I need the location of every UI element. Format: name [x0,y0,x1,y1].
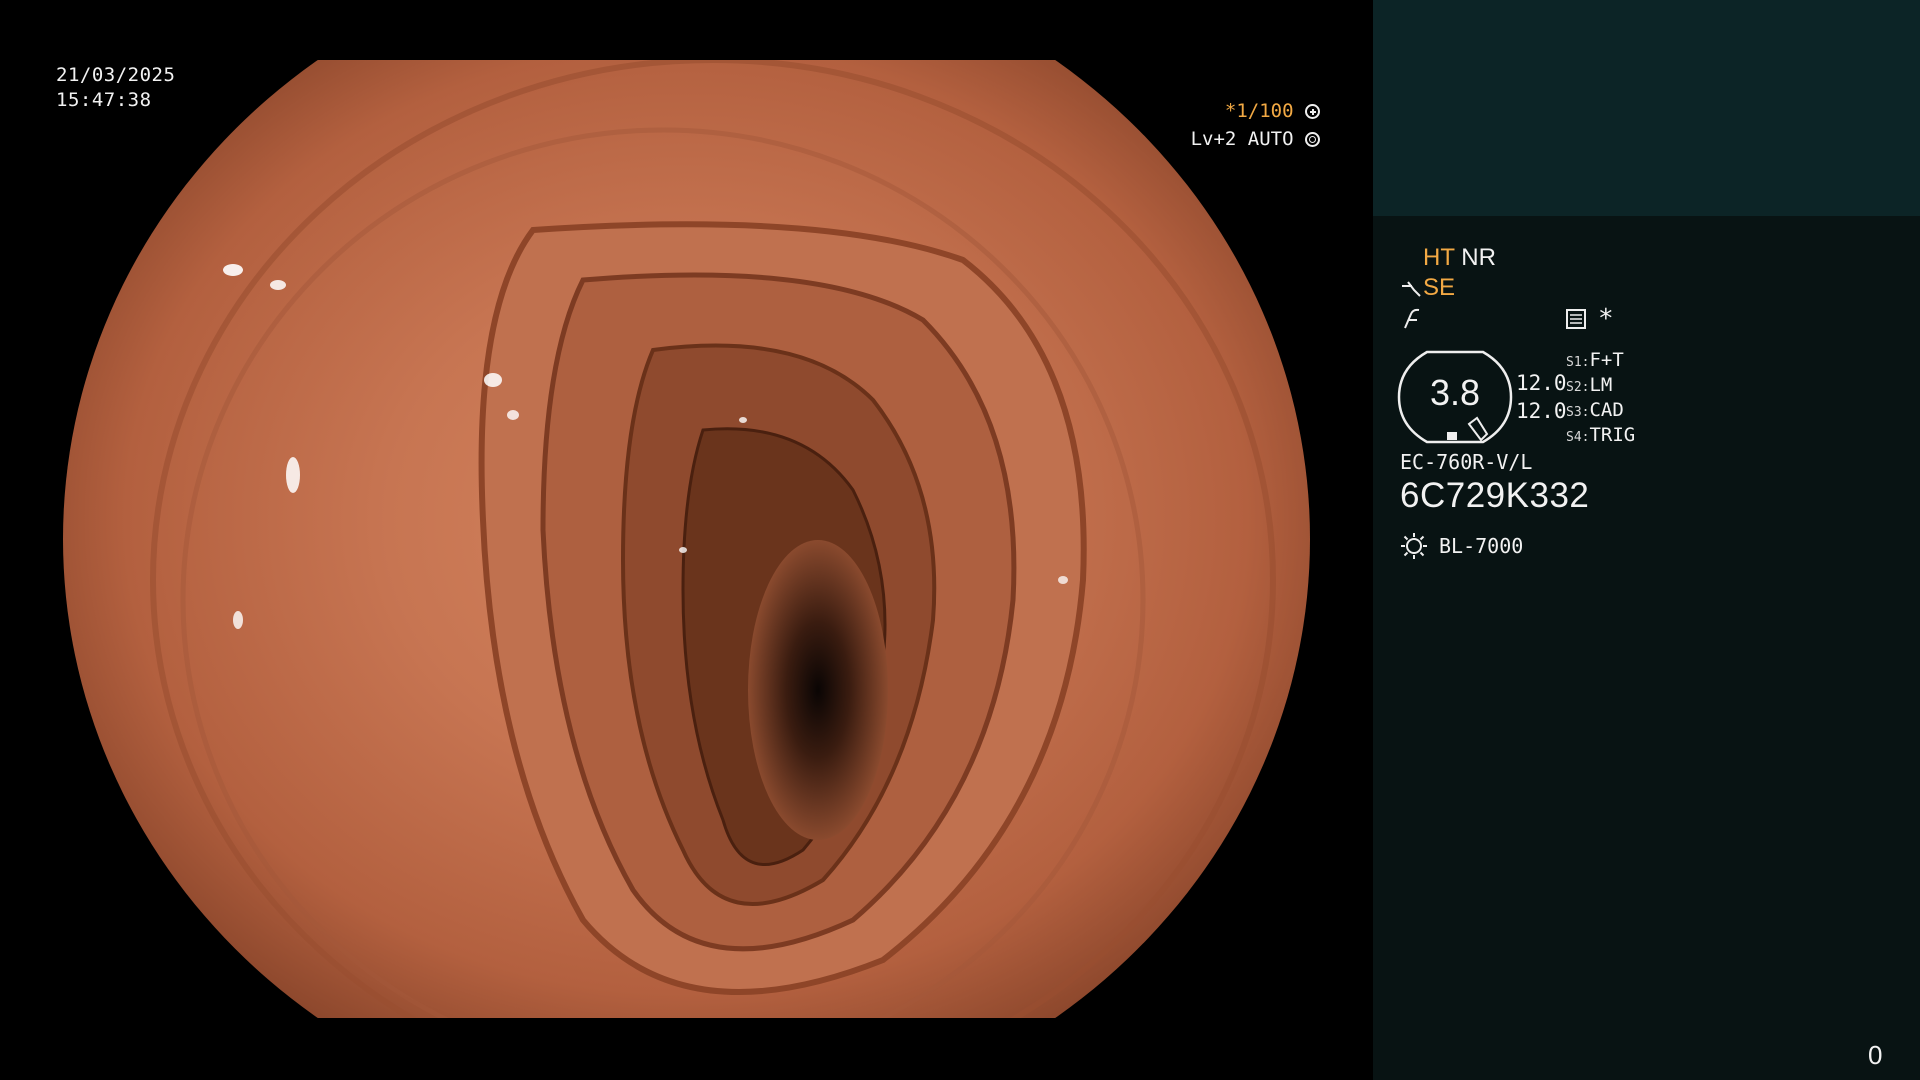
aperture-icon [1305,104,1320,119]
shutter-speed-label: *1/100 [1224,100,1294,122]
level-readout: Lv+2 AUTO [1160,128,1320,150]
mode-ht-label: HT [1423,244,1455,271]
intestine-lumen-illustration [150,60,1276,1018]
mode-se-label: SE [1423,274,1456,301]
light-level-label: Lv+2 AUTO [1190,128,1294,150]
iris-icon [1305,132,1320,147]
enhance-icon [1400,278,1422,300]
switch-value: LM [1589,374,1613,396]
switch-key: S4: [1566,430,1590,445]
switch-value: TRIG [1589,424,1636,446]
mode-nr-label: NR [1461,244,1496,271]
panel-header-area [1373,0,1920,216]
switch-key: S1: [1566,355,1590,370]
zoom-gauge: 3.8 [1397,350,1513,444]
light-source-icon [1400,532,1428,560]
asterisk-indicator: * [1598,304,1614,334]
freeze-icon [1401,306,1423,330]
scope-serial-label: 6C729K332 [1400,476,1590,515]
switch-value: F+T [1589,349,1624,371]
shutter-readout: *1/100 [1200,100,1320,122]
switch-value: CAD [1589,399,1624,421]
switch-row-3: S3:CAD [1566,399,1624,421]
record-list-icon [1565,308,1587,330]
mode-row-ht-nr: HT NR [1423,244,1496,272]
status-panel: HT NR SE * 3.8 12.0 12.0 S1:F+T S2:LM S3… [1373,0,1920,1080]
endoscope-image [63,60,1310,1018]
date-label: 21/03/2025 [56,64,176,86]
value-top: 12.0 [1516,371,1567,395]
switch-row-2: S2:LM [1566,374,1612,396]
zoom-value: 3.8 [1429,372,1481,413]
counter-label: 0 [1868,1040,1883,1070]
switch-key: S3: [1566,405,1590,420]
value-bottom: 12.0 [1516,399,1567,423]
scope-model-label: EC-760R-V/L [1400,450,1533,474]
switch-row-1: S1:F+T [1566,349,1624,371]
switch-row-4: S4:TRIG [1566,424,1635,446]
switch-key: S2: [1566,380,1590,395]
light-source-label: BL-7000 [1439,534,1524,558]
endoscope-view-area: 21/03/2025 15:47:38 *1/100 Lv+2 AUTO [0,0,1373,1080]
time-label: 15:47:38 [56,89,152,111]
